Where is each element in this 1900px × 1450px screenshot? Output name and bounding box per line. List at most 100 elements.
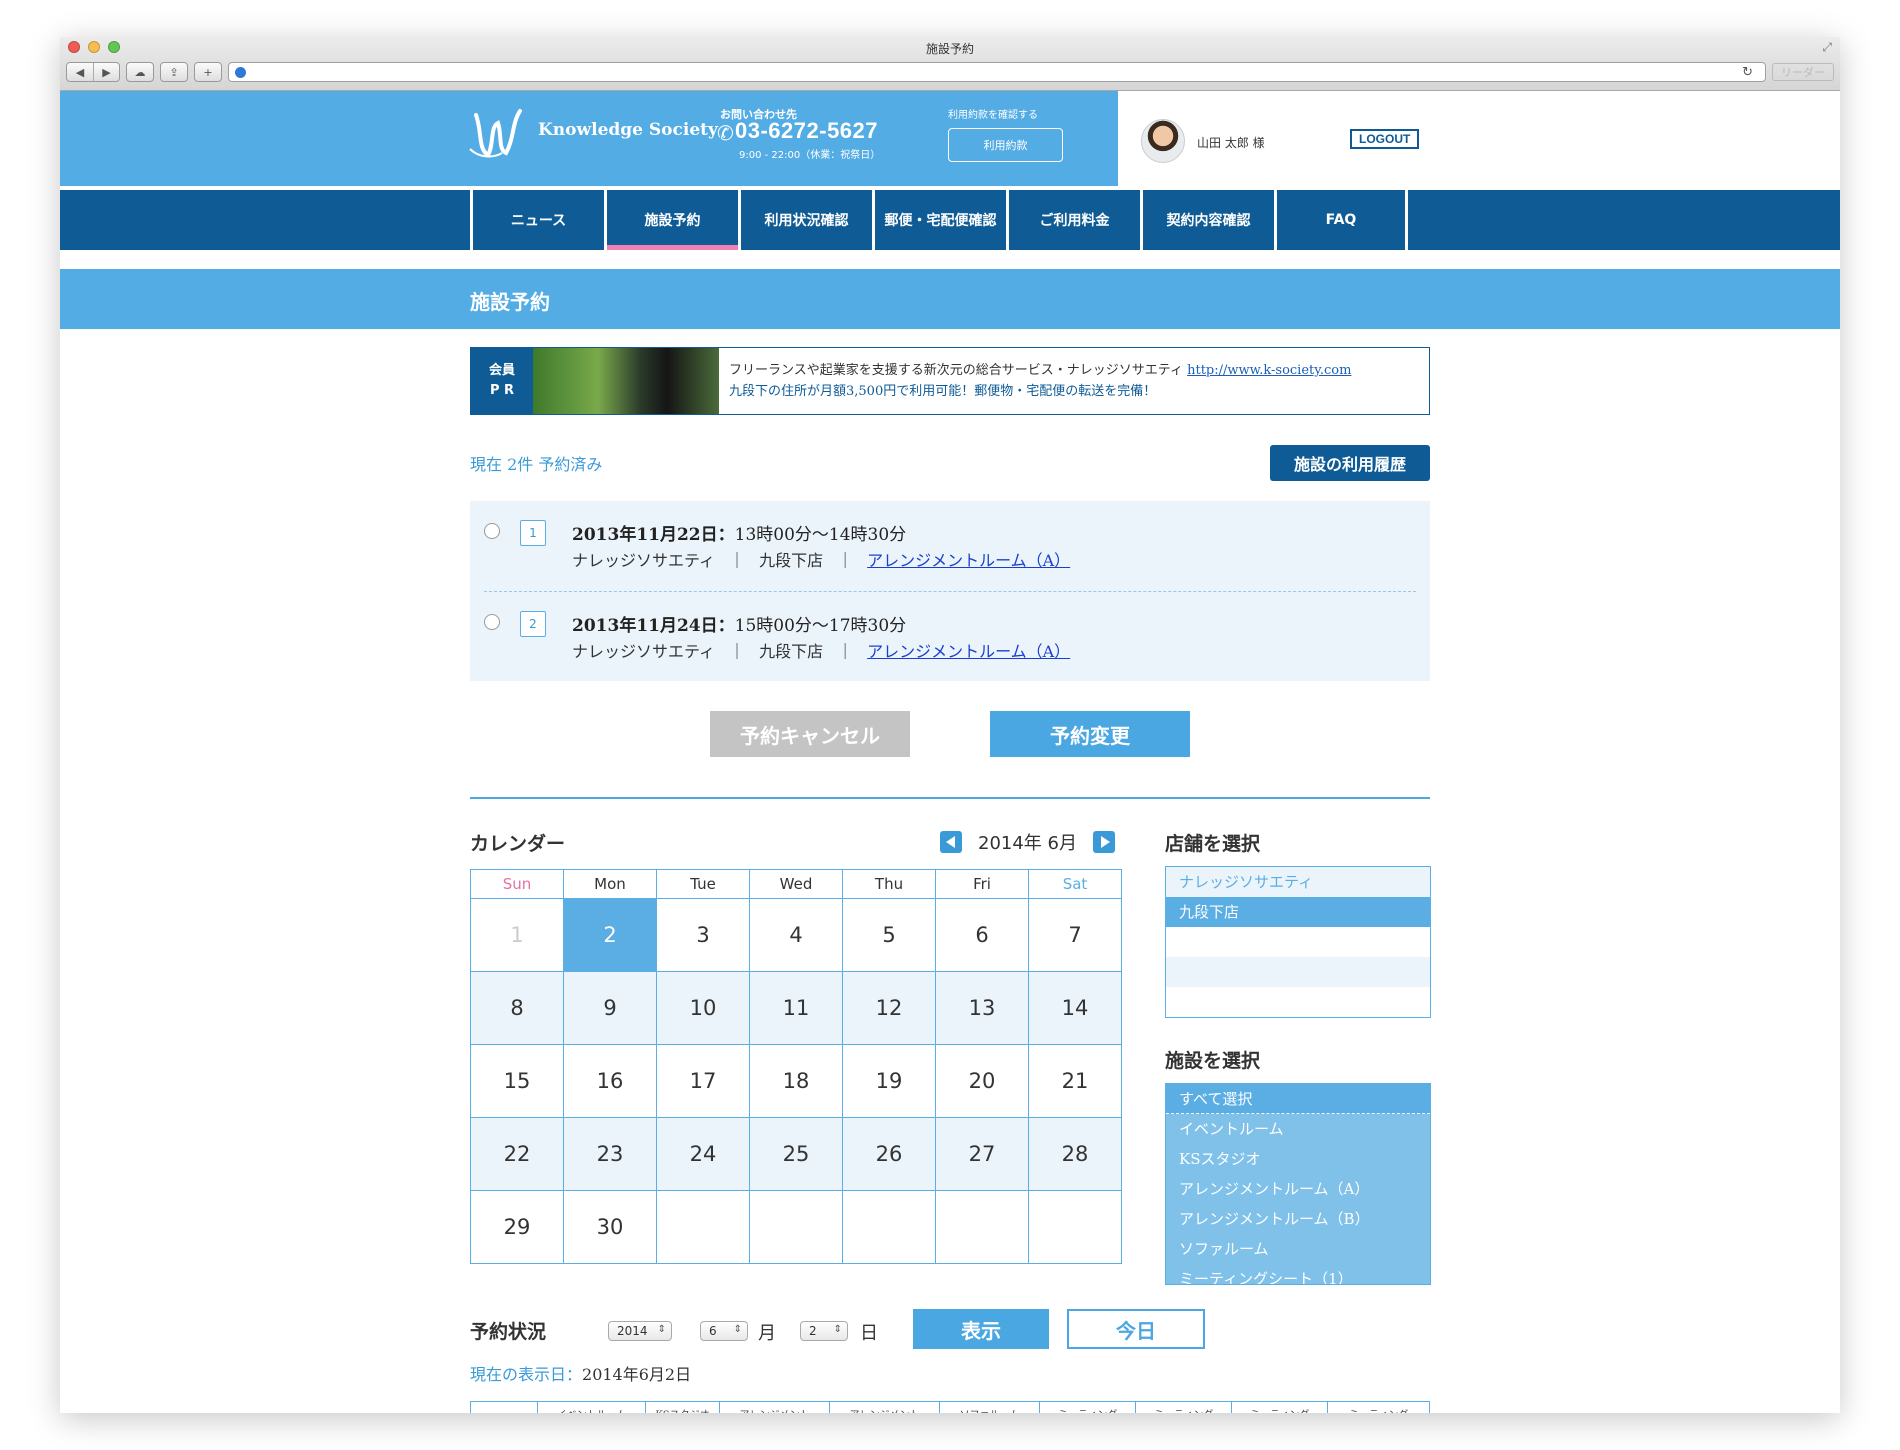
calendar-day[interactable]: 1 [470,898,564,972]
reload-icon[interactable]: ↻ [1742,65,1753,80]
calendar-day[interactable]: 6 [935,898,1029,972]
facility-listbox[interactable]: すべて選択 イベントルーム KSスタジオ アレンジメントルーム（A） アレンジメ… [1165,1083,1431,1285]
calendar-day[interactable]: 20 [935,1044,1029,1118]
calendar-day[interactable]: 23 [563,1117,657,1191]
day-unit: 日 [860,1323,878,1344]
calendar-day[interactable]: 15 [470,1044,564,1118]
reader-button[interactable]: リーダー [1772,63,1834,81]
calendar-day-empty [842,1190,936,1264]
page-title: 施設予約 [470,290,550,314]
calendar-day[interactable]: 19 [842,1044,936,1118]
next-month-icon[interactable] [1092,831,1115,853]
store-option [1166,987,1430,1017]
current-display-date: 現在の表示日：2014年6月2日 [470,1365,692,1384]
today-button[interactable]: 今日 [1067,1309,1205,1349]
calendar-day[interactable]: 13 [935,971,1029,1045]
reservation-item: 2 2013年11月24日：15時00分〜17時30分 ナレッジソサエティ｜九段… [484,591,1416,681]
schedule-col[interactable]: アレンジメント [719,1402,829,1413]
nav-item-news[interactable]: ニュース [470,190,604,250]
facility-option[interactable]: イベントルーム [1166,1114,1430,1144]
facility-option[interactable]: ミーティングシート（1） [1166,1264,1430,1284]
share-icon[interactable]: ⇪ [161,63,187,81]
calendar-day[interactable]: 18 [749,1044,843,1118]
forward-arrow-icon[interactable]: ▶ [93,63,119,81]
calendar-day[interactable]: 27 [935,1117,1029,1191]
facility-option[interactable]: アレンジメントルーム（A） [1166,1174,1430,1204]
change-reservation-button[interactable]: 予約変更 [990,711,1190,757]
schedule-col[interactable]: アレンジメント [829,1402,939,1413]
show-button[interactable]: 表示 [913,1309,1049,1349]
nav-item-contract[interactable]: 契約内容確認 [1140,190,1274,250]
year-select[interactable]: 2014 [608,1321,672,1341]
calendar-day[interactable]: 16 [563,1044,657,1118]
schedule-col[interactable]: イベントルーム [537,1402,645,1413]
calendar-day[interactable]: 7 [1028,898,1122,972]
calendar-day[interactable]: 21 [1028,1044,1122,1118]
cancel-reservation-button[interactable]: 予約キャンセル [710,711,910,757]
nav-item-fees[interactable]: ご利用料金 [1006,190,1140,250]
prev-month-icon[interactable] [940,831,962,853]
reservation-radio[interactable] [484,614,500,630]
reservation-datetime: 2013年11月24日：15時00分〜17時30分 [572,616,907,636]
pr-line1: フリーランスや起業家を支援する新次元の総合サービス・ナレッジソサエティ [729,363,1183,378]
schedule-col[interactable]: ソファルーム [939,1402,1039,1413]
fullscreen-icon[interactable]: ⤢ [1822,40,1832,55]
calendar-day[interactable]: 12 [842,971,936,1045]
calendar-day[interactable]: 22 [470,1117,564,1191]
calendar-day[interactable]: 8 [470,971,564,1045]
facility-option[interactable]: すべて選択 [1166,1084,1430,1114]
store-option[interactable]: ナレッジソサエティ [1166,867,1430,897]
main-content: 会員 P R フリーランスや起業家を支援する新次元の総合サービス・ナレッジソサエ… [470,347,1431,1413]
calendar-day[interactable]: 25 [749,1117,843,1191]
facility-option[interactable]: アレンジメントルーム（B） [1166,1204,1430,1234]
calendar-day[interactable]: 10 [656,971,750,1045]
schedule-col[interactable]: KSスタジオ [645,1402,719,1413]
store-listbox[interactable]: ナレッジソサエティ 九段下店 [1165,866,1431,1018]
cloud-icon[interactable]: ☁ [127,63,153,81]
calendar-day-selected[interactable]: 2 [563,898,657,972]
back-arrow-icon[interactable]: ◀ [67,63,93,81]
calendar-day[interactable]: 3 [656,898,750,972]
reservation-radio[interactable] [484,523,500,539]
calendar-day[interactable]: 11 [749,971,843,1045]
terms-button[interactable]: 利用約款 [948,128,1063,162]
schedule-header: イベントルーム KSスタジオ アレンジメント アレンジメント ソファルーム ミー… [470,1401,1430,1413]
reservation-actions: 予約キャンセル 予約変更 [470,711,1430,757]
month-select[interactable]: 6 [700,1321,748,1341]
nav-item-faq[interactable]: FAQ [1274,190,1408,250]
schedule-col[interactable]: ミーティング [1231,1402,1327,1413]
store-option-selected[interactable]: 九段下店 [1166,897,1430,927]
calendar-day[interactable]: 5 [842,898,936,972]
day-select[interactable]: 2 [800,1321,848,1341]
reservation-status-controls: 予約状況 2014 6 月 2 日 表示 今日 [470,1309,1430,1357]
calendar-day[interactable]: 29 [470,1190,564,1264]
calendar-day[interactable]: 4 [749,898,843,972]
reservation-room-link[interactable]: アレンジメントルーム（A） [867,642,1070,661]
pr-link[interactable]: http://www.k-society.com [1187,363,1351,378]
calendar-day[interactable]: 28 [1028,1117,1122,1191]
schedule-col[interactable]: ミーティング [1327,1402,1429,1413]
calendar-day[interactable]: 30 [563,1190,657,1264]
calendar-day[interactable]: 9 [563,971,657,1045]
reservation-room-link[interactable]: アレンジメントルーム（A） [867,551,1070,570]
calendar-day[interactable]: 24 [656,1117,750,1191]
usage-history-button[interactable]: 施設の利用履歴 [1270,445,1430,481]
plus-icon[interactable]: + [195,63,221,81]
address-bar[interactable]: ↻ [228,62,1766,82]
schedule-col[interactable]: ミーティング [1039,1402,1135,1413]
reservation-count: 現在 2件 予約済み [470,455,603,474]
browser-toolbar: ◀ ▶ ☁ ⇪ + ↻ リーダー [66,60,1834,84]
calendar-day[interactable]: 17 [656,1044,750,1118]
weekday-header: Fri [935,869,1029,899]
nav-item-usage-status[interactable]: 利用状況確認 [738,190,872,250]
calendar-day[interactable]: 26 [842,1117,936,1191]
facility-option[interactable]: ソファルーム [1166,1234,1430,1264]
reservation-number: 2 [520,611,546,637]
calendar-day[interactable]: 14 [1028,971,1122,1045]
nav-item-facility-reservation[interactable]: 施設予約 [604,190,738,250]
logo-icon[interactable] [468,105,524,161]
facility-option[interactable]: KSスタジオ [1166,1144,1430,1174]
logout-button[interactable]: LOGOUT [1350,129,1420,149]
schedule-col[interactable]: ミーティング [1135,1402,1231,1413]
nav-item-mail-parcel[interactable]: 郵便・宅配便確認 [872,190,1006,250]
